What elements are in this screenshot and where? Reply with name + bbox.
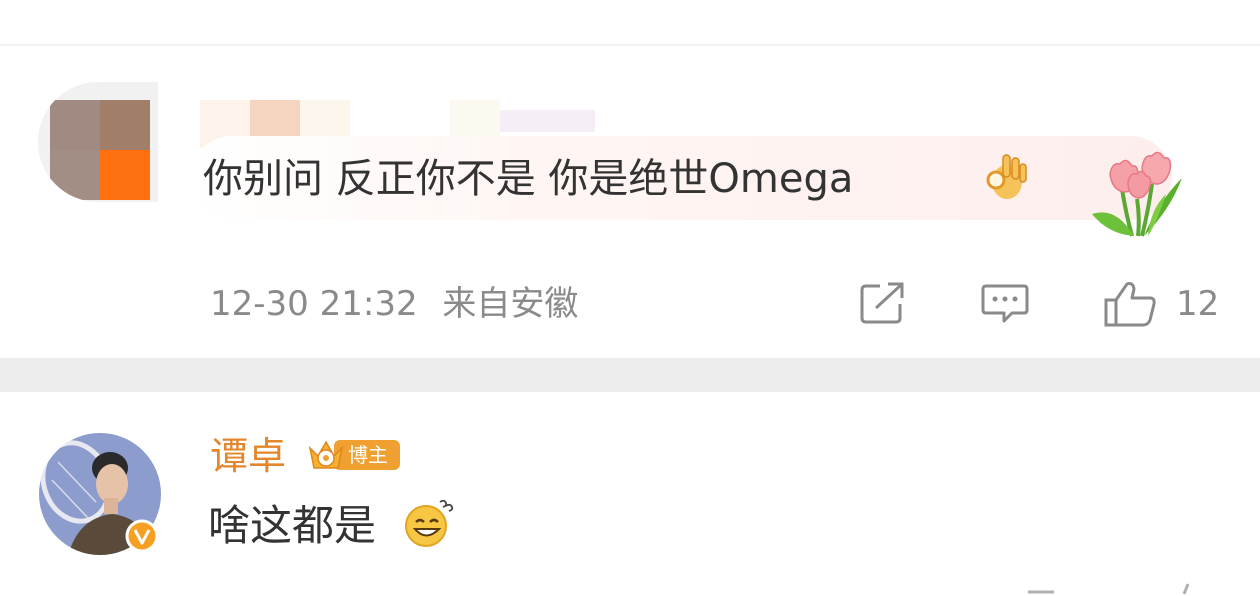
comment-meta: 12-30 21:32 来自安徽 [210,282,578,326]
comment-text: 你别问 反正你不是 你是绝世Omega [203,156,854,202]
share-icon[interactable] [1024,580,1074,596]
tulip-decoration-icon [1092,151,1182,237]
top-divider [0,44,1260,46]
section-separator [0,358,1260,392]
share-icon[interactable] [858,280,908,326]
badge-label: 博主 [348,443,388,467]
like-icon[interactable] [1103,280,1159,328]
avatar[interactable] [38,432,162,556]
avatar[interactable] [38,82,158,202]
grinning-sweat-emoji-icon [405,499,454,547]
ok-hand-emoji-icon [986,154,1027,199]
comment-text: 啥这都是 [208,501,377,550]
like-icon[interactable] [1178,580,1198,596]
comment-location: 来自安徽 [442,284,579,324]
comment-time: 12-30 21:32 [210,284,418,324]
username[interactable]: 谭卓 [210,434,286,478]
like-count: 12 [1176,284,1220,324]
comment-icon[interactable] [980,280,1030,326]
